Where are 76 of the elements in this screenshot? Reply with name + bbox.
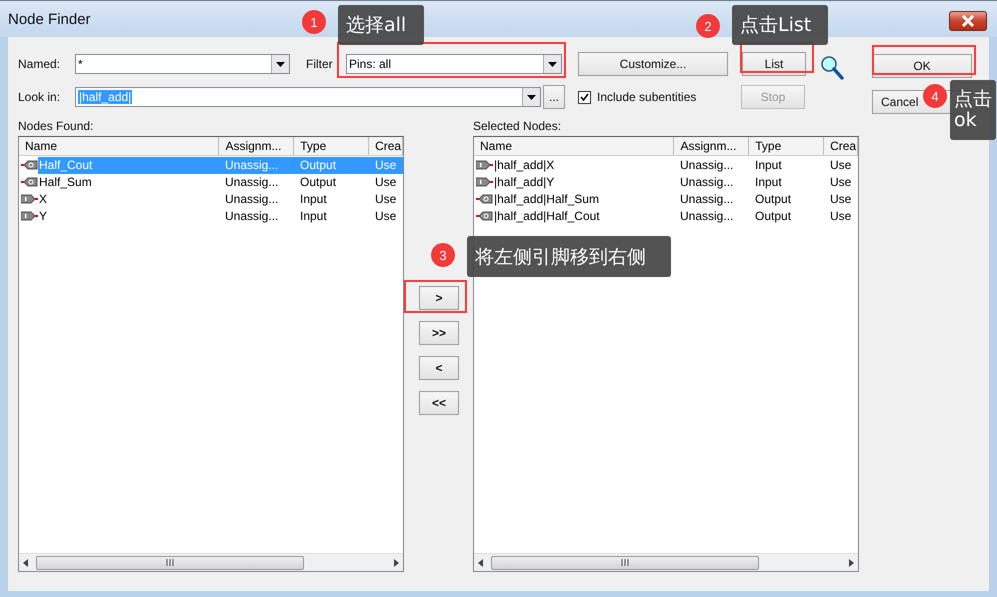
magnifier-icon [820, 55, 844, 81]
grip-icon [166, 559, 174, 566]
table-cell-text: Use [829, 208, 852, 225]
table-cell: Output [294, 157, 369, 174]
column-header[interactable]: Name [474, 137, 674, 155]
table-cell-text: Unassig... [679, 191, 734, 208]
column-header[interactable]: Assignm... [219, 137, 294, 155]
grip-icon [621, 559, 629, 566]
table-cell-text: Use [374, 191, 398, 208]
dropdown-arrow-icon [527, 94, 536, 100]
table-cell-text: Unassig... [679, 208, 734, 225]
scroll-left-icon [478, 558, 483, 566]
column-header[interactable]: Name [19, 137, 220, 155]
table-cell-text: Unassig... [224, 174, 280, 191]
table-cell-text: Input [754, 174, 783, 191]
table-cell-text: Output [754, 191, 792, 208]
move-button[interactable]: > [419, 286, 459, 310]
callout-tooltip: 点击List [732, 5, 828, 45]
table-cell-text: Unassig... [679, 174, 734, 191]
move-button[interactable]: < [419, 356, 459, 380]
table-cell-text: Unassig... [224, 208, 280, 225]
table-cell-text: Input [299, 191, 328, 208]
table-cell: Unassig... [219, 157, 294, 174]
close-button[interactable] [949, 11, 987, 31]
horizontal-scrollbar[interactable] [19, 553, 403, 571]
filter-label: Filter [306, 57, 334, 71]
customize-button[interactable]: Customize... [578, 52, 728, 76]
node-name[interactable]: Half_Sum [19, 174, 219, 191]
browse-button[interactable]: ... [543, 85, 565, 109]
move-button[interactable]: << [419, 391, 459, 415]
include-subentities-checkbox[interactable] [578, 90, 591, 104]
table-cell-text: Unassig... [679, 157, 734, 174]
table-cell-text: Use [829, 157, 852, 174]
node-name[interactable]: Y [19, 208, 219, 225]
include-subentities-label: Include subentities [597, 90, 698, 104]
move-button[interactable]: >> [419, 321, 459, 345]
close-icon [961, 15, 975, 27]
list-heading: Selected Nodes: [473, 119, 562, 133]
table-cell-text: Unassig... [224, 191, 280, 208]
node-name[interactable]: X [19, 191, 219, 208]
column-header[interactable]: Type [294, 137, 370, 155]
horizontal-scrollbar[interactable] [474, 553, 858, 571]
named-combo[interactable]: * [75, 54, 290, 74]
scroll-left-icon [23, 558, 28, 566]
column-header[interactable]: Type [749, 137, 824, 155]
table-cell-text: Use [829, 174, 852, 191]
table-cell: Use [369, 157, 403, 174]
ok-button[interactable]: OK [872, 54, 972, 78]
filter-combo[interactable]: Pins: all [346, 54, 562, 74]
node-name[interactable]: |half_add|Half_Sum [474, 191, 674, 208]
named-label: Named: [17, 57, 62, 71]
scroll-right-icon [394, 558, 399, 566]
scroll-right-icon [849, 558, 854, 566]
table-cell-text: Output [299, 174, 338, 191]
list-heading: Nodes Found: [18, 119, 94, 133]
column-header[interactable]: Crea [824, 137, 858, 155]
callout-tooltip: 选择all [338, 5, 424, 45]
table-cell-text: Use [374, 174, 398, 191]
callout-tooltip: 点击ok [950, 80, 996, 140]
highlight-frame [404, 280, 467, 313]
table-cell-text: Use [829, 191, 852, 208]
look-in-label: Look in: [17, 90, 62, 104]
dropdown-arrow-icon [548, 62, 557, 66]
list-button[interactable]: List [742, 52, 806, 76]
table-cell-text: Input [754, 157, 783, 174]
node-name[interactable]: |half_add|Y [474, 174, 674, 191]
node-name[interactable]: |half_add|Half_Cout [474, 208, 674, 225]
table-cell-text: Use [374, 208, 398, 225]
table-cell-text: Output [754, 208, 792, 225]
dropdown-arrow-icon [276, 62, 285, 66]
node-name[interactable]: |half_add|X [474, 157, 674, 174]
callout-tooltip: 将左侧引脚移到右侧 [467, 236, 671, 277]
column-header[interactable]: Assignm... [674, 137, 750, 155]
table-cell-text: Input [299, 208, 328, 225]
window-title: Node Finder [8, 10, 91, 28]
column-header[interactable]: Crea [369, 137, 403, 155]
